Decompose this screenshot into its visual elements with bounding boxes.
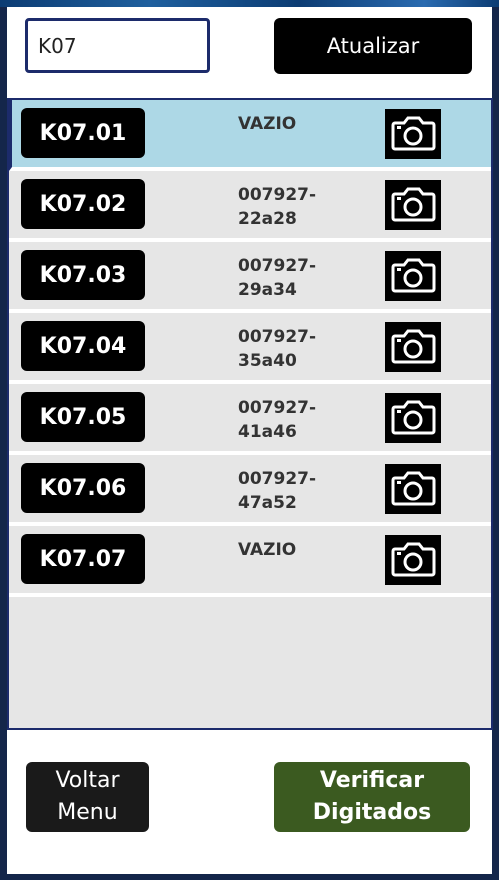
location-status: VAZIO — [238, 114, 297, 134]
location-status: 007927- 41a46 — [238, 398, 317, 442]
list-item[interactable]: K07.03 007927- 29a34 — [9, 242, 491, 313]
list-item[interactable]: K07.05 007927- 41a46 — [9, 384, 491, 455]
list-item[interactable]: K07.04 007927- 35a40 — [9, 313, 491, 384]
camera-button[interactable] — [385, 535, 441, 585]
refresh-button[interactable]: Atualizar — [274, 18, 472, 74]
list-item[interactable]: K07.02 007927- 22a28 — [9, 171, 491, 242]
list-item[interactable]: K07.06 007927- 47a52 — [9, 455, 491, 526]
location-status: 007927- 29a34 — [238, 256, 317, 300]
location-code-button[interactable]: K07.02 — [21, 179, 145, 229]
location-code-button[interactable]: K07.01 — [21, 108, 145, 158]
verify-entries-button[interactable]: Verificar Digitados — [274, 762, 470, 832]
list-item[interactable]: K07.07 VAZIO — [9, 526, 491, 597]
location-code-button[interactable]: K07.03 — [21, 250, 145, 300]
camera-icon — [386, 110, 440, 158]
location-status: 007927- 22a28 — [238, 185, 317, 229]
location-status: 007927- 47a52 — [238, 469, 317, 513]
camera-button[interactable] — [385, 251, 441, 301]
location-status: VAZIO — [238, 540, 297, 560]
camera-icon — [386, 252, 440, 300]
verify-button-label: Verificar Digitados — [312, 768, 432, 825]
back-button-label: Voltar Menu — [55, 768, 120, 825]
camera-icon — [386, 465, 440, 513]
location-code-button[interactable]: K07.05 — [21, 392, 145, 442]
camera-icon — [386, 181, 440, 229]
camera-icon — [386, 394, 440, 442]
search-input[interactable] — [25, 18, 210, 73]
camera-icon — [386, 536, 440, 584]
top-banner-strip — [0, 0, 499, 7]
location-status: 007927- 35a40 — [238, 327, 317, 371]
list-item[interactable]: K07.01 VAZIO — [9, 100, 491, 171]
camera-icon — [386, 323, 440, 371]
locations-gallery[interactable]: K07.01 VAZIO K07.02 007927- 22a28 K07.03… — [7, 98, 493, 730]
back-to-menu-button[interactable]: Voltar Menu — [26, 762, 149, 832]
camera-button[interactable] — [385, 180, 441, 230]
camera-button[interactable] — [385, 464, 441, 514]
location-code-button[interactable]: K07.06 — [21, 463, 145, 513]
location-code-button[interactable]: K07.07 — [21, 534, 145, 584]
camera-button[interactable] — [385, 322, 441, 372]
camera-button[interactable] — [385, 109, 441, 159]
camera-button[interactable] — [385, 393, 441, 443]
location-code-button[interactable]: K07.04 — [21, 321, 145, 371]
